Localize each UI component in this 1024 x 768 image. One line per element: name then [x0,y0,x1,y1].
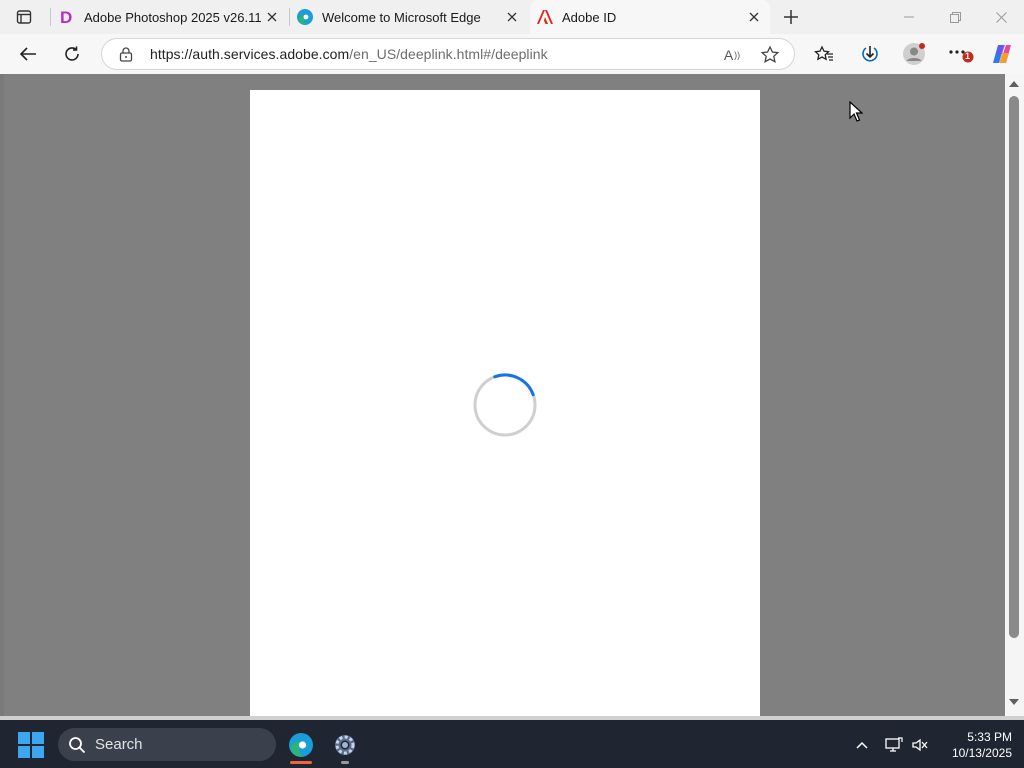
taskbar-settings-button[interactable] [328,728,362,764]
tab-actions-icon [16,10,32,24]
network-status-button[interactable] [883,734,905,756]
chevron-up-icon [856,741,868,749]
svg-text:D: D [60,8,72,26]
close-icon [749,12,759,22]
browser-toolbar: https://auth.services.adobe.com/en_US/de… [0,34,1024,74]
url-domain: https://auth.services.adobe.com [150,46,350,62]
tab-adobe-id[interactable]: Adobe ID [530,0,770,34]
new-tab-button[interactable] [778,5,804,29]
edge-icon [297,9,313,25]
favorite-star-icon[interactable] [760,45,780,65]
photoshop-d-icon: D [60,8,72,26]
address-bar[interactable]: https://auth.services.adobe.com/en_US/de… [101,38,795,70]
close-icon [507,12,517,22]
close-tab-button[interactable] [744,7,764,27]
minimize-button[interactable] [886,0,932,34]
taskbar-edge-button[interactable] [284,728,318,764]
close-window-button[interactable] [978,0,1024,34]
copilot-icon [993,45,1011,63]
download-icon [862,46,878,62]
edge-icon [289,733,313,757]
restore-button[interactable] [932,0,978,34]
tab-actions-button[interactable] [8,5,40,29]
display-network-icon [885,737,903,752]
notification-badge: 1 [965,51,971,61]
scroll-up-arrow-icon[interactable] [1008,80,1020,88]
lock-icon[interactable] [118,46,134,62]
back-button[interactable] [12,38,44,70]
settings-more-button[interactable]: 1 [944,38,976,70]
running-indicator [341,761,349,764]
mouse-cursor-icon [849,101,863,122]
downloads-button[interactable] [854,38,886,70]
read-aloud-glyph: A [723,47,734,63]
read-aloud-icon[interactable]: A)) [722,45,742,65]
vertical-scrollbar[interactable] [1005,74,1024,716]
tab-separator [50,8,51,26]
arrow-left-icon [19,47,36,61]
tab-welcome-edge[interactable]: Welcome to Microsoft Edge [290,0,528,34]
minimize-icon [904,16,914,18]
tab-title: Welcome to Microsoft Edge [322,9,481,25]
close-icon [267,12,277,22]
close-icon [995,11,1007,23]
tab-title: Adobe Photoshop 2025 v26.11.0 [84,9,262,25]
tab-strip: D Adobe Photoshop 2025 v26.11.0 Welcome … [0,0,1024,34]
close-tab-button[interactable] [262,7,282,27]
avatar-icon [903,43,925,65]
restore-icon [949,11,961,23]
clock-date: 10/13/2025 [951,746,1012,760]
url-path: /en_US/deeplink.html#/deeplink [349,46,548,62]
adobe-icon [537,10,553,24]
taskbar-clock[interactable]: 5:33 PM 10/13/2025 [936,729,1012,761]
loading-spinner-icon [473,373,537,437]
taskbar-search-box[interactable]: Search [58,728,276,761]
copilot-button[interactable] [986,38,1018,70]
search-icon [69,736,86,753]
url-text[interactable]: https://auth.services.adobe.com/en_US/de… [150,46,548,62]
speaker-muted-icon [912,738,928,752]
windows-start-icon[interactable] [18,732,44,758]
gear-icon [335,735,355,755]
close-tab-button[interactable] [502,7,522,27]
volume-button[interactable] [909,734,931,756]
scroll-down-arrow-icon[interactable] [1008,698,1020,706]
plus-icon [784,10,798,24]
tab-photoshop[interactable]: D Adobe Photoshop 2025 v26.11.0 [52,0,288,34]
refresh-icon [65,46,79,61]
windows-taskbar: Search 5:33 PM 10/13/2025 [0,720,1024,768]
favorites-button[interactable] [808,38,840,70]
tab-title: Adobe ID [562,9,617,25]
scrollbar-thumb[interactable] [1009,96,1019,638]
profile-button[interactable] [898,38,930,70]
favorites-icon [814,45,833,61]
clock-time: 5:33 PM [967,730,1012,744]
running-indicator [290,761,312,764]
show-hidden-icons-button[interactable] [851,734,873,756]
search-label: Search [95,736,143,753]
refresh-button[interactable] [56,38,88,70]
